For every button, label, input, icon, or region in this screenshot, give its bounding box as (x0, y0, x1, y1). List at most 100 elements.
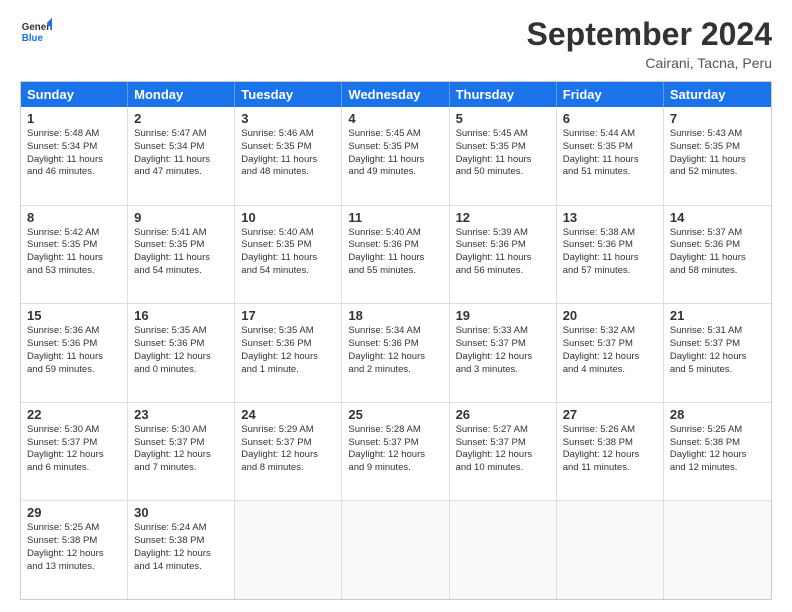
calendar-cell-3-2: 16 Sunrise: 5:35 AM Sunset: 5:36 PM Dayli… (128, 304, 235, 402)
calendar-cell-4-4: 25 Sunrise: 5:28 AM Sunset: 5:37 PM Dayli… (342, 403, 449, 501)
logo: General Blue (20, 16, 52, 48)
day-number: 25 (348, 407, 442, 422)
cell-daylight-info: Sunrise: 5:27 AM Sunset: 5:37 PM Dayligh… (456, 424, 550, 475)
calendar-cell-5-4 (342, 501, 449, 599)
calendar-cell-1-7: 7Sunrise: 5:43 AM Sunset: 5:35 PM Daylig… (664, 107, 771, 205)
day-number: 13 (563, 210, 657, 225)
calendar-cell-5-6 (557, 501, 664, 599)
day-number: 8 (27, 210, 121, 225)
calendar-cell-5-2: 30Sunrise: 5:24 AM Sunset: 5:38 PM Dayli… (128, 501, 235, 599)
calendar-cell-4-5: 26 Sunrise: 5:27 AM Sunset: 5:37 PM Dayli… (450, 403, 557, 501)
day-number: 17 (241, 308, 335, 323)
day-number: 20 (563, 308, 657, 323)
calendar-cell-2-1: 8 Sunrise: 5:42 AM Sunset: 5:35 PM Daylig… (21, 206, 128, 304)
day-number: 26 (456, 407, 550, 422)
day-number: 10 (241, 210, 335, 225)
day-number: 27 (563, 407, 657, 422)
day-number: 19 (456, 308, 550, 323)
svg-text:Blue: Blue (22, 33, 44, 44)
calendar-cell-1-1: 1Sunrise: 5:48 AM Sunset: 5:34 PM Daylig… (21, 107, 128, 205)
header-friday: Friday (557, 82, 664, 107)
calendar-row-5: 29Sunrise: 5:25 AM Sunset: 5:38 PM Dayli… (21, 501, 771, 599)
cell-daylight-info: Sunrise: 5:45 AM Sunset: 5:35 PM Dayligh… (348, 128, 442, 179)
calendar-cell-2-2: 9Sunrise: 5:41 AM Sunset: 5:35 PM Daylig… (128, 206, 235, 304)
cell-daylight-info: Sunrise: 5:31 AM Sunset: 5:37 PM Dayligh… (670, 325, 765, 376)
cell-daylight-info: Sunrise: 5:39 AM Sunset: 5:36 PM Dayligh… (456, 227, 550, 278)
cell-daylight-info: Sunrise: 5:46 AM Sunset: 5:35 PM Dayligh… (241, 128, 335, 179)
calendar-cell-1-4: 4 Sunrise: 5:45 AM Sunset: 5:35 PM Daylig… (342, 107, 449, 205)
day-number: 6 (563, 111, 657, 126)
cell-daylight-info: Sunrise: 5:25 AM Sunset: 5:38 PM Dayligh… (670, 424, 765, 475)
cell-daylight-info: Sunrise: 5:34 AM Sunset: 5:36 PM Dayligh… (348, 325, 442, 376)
page-header: General Blue September 2024 Cairani, Tac… (20, 16, 772, 71)
cell-daylight-info: Sunrise: 5:30 AM Sunset: 5:37 PM Dayligh… (27, 424, 121, 475)
day-number: 2 (134, 111, 228, 126)
cell-daylight-info: Sunrise: 5:26 AM Sunset: 5:38 PM Dayligh… (563, 424, 657, 475)
calendar-cell-5-1: 29Sunrise: 5:25 AM Sunset: 5:38 PM Dayli… (21, 501, 128, 599)
calendar-cell-4-1: 22Sunrise: 5:30 AM Sunset: 5:37 PM Dayli… (21, 403, 128, 501)
day-number: 21 (670, 308, 765, 323)
header-monday: Monday (128, 82, 235, 107)
cell-daylight-info: Sunrise: 5:28 AM Sunset: 5:37 PM Dayligh… (348, 424, 442, 475)
cell-daylight-info: Sunrise: 5:45 AM Sunset: 5:35 PM Dayligh… (456, 128, 550, 179)
calendar-cell-1-6: 6 Sunrise: 5:44 AM Sunset: 5:35 PM Daylig… (557, 107, 664, 205)
calendar-cell-2-6: 13 Sunrise: 5:38 AM Sunset: 5:36 PM Dayli… (557, 206, 664, 304)
cell-daylight-info: Sunrise: 5:25 AM Sunset: 5:38 PM Dayligh… (27, 522, 121, 573)
calendar-header: Sunday Monday Tuesday Wednesday Thursday… (21, 82, 771, 107)
calendar-cell-1-3: 3Sunrise: 5:46 AM Sunset: 5:35 PM Daylig… (235, 107, 342, 205)
cell-daylight-info: Sunrise: 5:35 AM Sunset: 5:36 PM Dayligh… (241, 325, 335, 376)
day-number: 16 (134, 308, 228, 323)
calendar-cell-4-6: 27 Sunrise: 5:26 AM Sunset: 5:38 PM Dayli… (557, 403, 664, 501)
cell-daylight-info: Sunrise: 5:47 AM Sunset: 5:34 PM Dayligh… (134, 128, 228, 179)
header-saturday: Saturday (664, 82, 771, 107)
calendar-row-1: 1Sunrise: 5:48 AM Sunset: 5:34 PM Daylig… (21, 107, 771, 206)
cell-daylight-info: Sunrise: 5:41 AM Sunset: 5:35 PM Dayligh… (134, 227, 228, 278)
calendar-cell-3-5: 19 Sunrise: 5:33 AM Sunset: 5:37 PM Dayli… (450, 304, 557, 402)
calendar-body: 1Sunrise: 5:48 AM Sunset: 5:34 PM Daylig… (21, 107, 771, 599)
calendar-cell-3-1: 15Sunrise: 5:36 AM Sunset: 5:36 PM Dayli… (21, 304, 128, 402)
logo-icon: General Blue (20, 16, 52, 48)
header-thursday: Thursday (450, 82, 557, 107)
header-sunday: Sunday (21, 82, 128, 107)
cell-daylight-info: Sunrise: 5:33 AM Sunset: 5:37 PM Dayligh… (456, 325, 550, 376)
calendar: Sunday Monday Tuesday Wednesday Thursday… (20, 81, 772, 600)
calendar-cell-2-7: 14 Sunrise: 5:37 AM Sunset: 5:36 PM Dayli… (664, 206, 771, 304)
calendar-cell-1-2: 2 Sunrise: 5:47 AM Sunset: 5:34 PM Daylig… (128, 107, 235, 205)
cell-daylight-info: Sunrise: 5:44 AM Sunset: 5:35 PM Dayligh… (563, 128, 657, 179)
cell-daylight-info: Sunrise: 5:40 AM Sunset: 5:35 PM Dayligh… (241, 227, 335, 278)
cell-daylight-info: Sunrise: 5:30 AM Sunset: 5:37 PM Dayligh… (134, 424, 228, 475)
header-wednesday: Wednesday (342, 82, 449, 107)
calendar-cell-3-4: 18 Sunrise: 5:34 AM Sunset: 5:36 PM Dayli… (342, 304, 449, 402)
calendar-cell-3-7: 21 Sunrise: 5:31 AM Sunset: 5:37 PM Dayli… (664, 304, 771, 402)
cell-daylight-info: Sunrise: 5:37 AM Sunset: 5:36 PM Dayligh… (670, 227, 765, 278)
cell-daylight-info: Sunrise: 5:42 AM Sunset: 5:35 PM Dayligh… (27, 227, 121, 278)
cell-daylight-info: Sunrise: 5:38 AM Sunset: 5:36 PM Dayligh… (563, 227, 657, 278)
calendar-cell-2-3: 10 Sunrise: 5:40 AM Sunset: 5:35 PM Dayli… (235, 206, 342, 304)
cell-daylight-info: Sunrise: 5:35 AM Sunset: 5:36 PM Dayligh… (134, 325, 228, 376)
cell-daylight-info: Sunrise: 5:40 AM Sunset: 5:36 PM Dayligh… (348, 227, 442, 278)
day-number: 24 (241, 407, 335, 422)
day-number: 11 (348, 210, 442, 225)
calendar-cell-5-7 (664, 501, 771, 599)
cell-daylight-info: Sunrise: 5:36 AM Sunset: 5:36 PM Dayligh… (27, 325, 121, 376)
cell-daylight-info: Sunrise: 5:43 AM Sunset: 5:35 PM Dayligh… (670, 128, 765, 179)
calendar-cell-4-7: 28Sunrise: 5:25 AM Sunset: 5:38 PM Dayli… (664, 403, 771, 501)
cell-daylight-info: Sunrise: 5:29 AM Sunset: 5:37 PM Dayligh… (241, 424, 335, 475)
cell-daylight-info: Sunrise: 5:32 AM Sunset: 5:37 PM Dayligh… (563, 325, 657, 376)
calendar-row-2: 8 Sunrise: 5:42 AM Sunset: 5:35 PM Daylig… (21, 206, 771, 305)
day-number: 4 (348, 111, 442, 126)
day-number: 14 (670, 210, 765, 225)
cell-daylight-info: Sunrise: 5:24 AM Sunset: 5:38 PM Dayligh… (134, 522, 228, 573)
calendar-cell-4-2: 23 Sunrise: 5:30 AM Sunset: 5:37 PM Dayli… (128, 403, 235, 501)
calendar-cell-5-5 (450, 501, 557, 599)
calendar-row-3: 15Sunrise: 5:36 AM Sunset: 5:36 PM Dayli… (21, 304, 771, 403)
cell-daylight-info: Sunrise: 5:48 AM Sunset: 5:34 PM Dayligh… (27, 128, 121, 179)
calendar-cell-5-3 (235, 501, 342, 599)
day-number: 23 (134, 407, 228, 422)
calendar-cell-3-6: 20 Sunrise: 5:32 AM Sunset: 5:37 PM Dayli… (557, 304, 664, 402)
day-number: 18 (348, 308, 442, 323)
day-number: 12 (456, 210, 550, 225)
calendar-cell-1-5: 5 Sunrise: 5:45 AM Sunset: 5:35 PM Daylig… (450, 107, 557, 205)
title-block: September 2024 Cairani, Tacna, Peru (527, 16, 772, 71)
day-number: 5 (456, 111, 550, 126)
